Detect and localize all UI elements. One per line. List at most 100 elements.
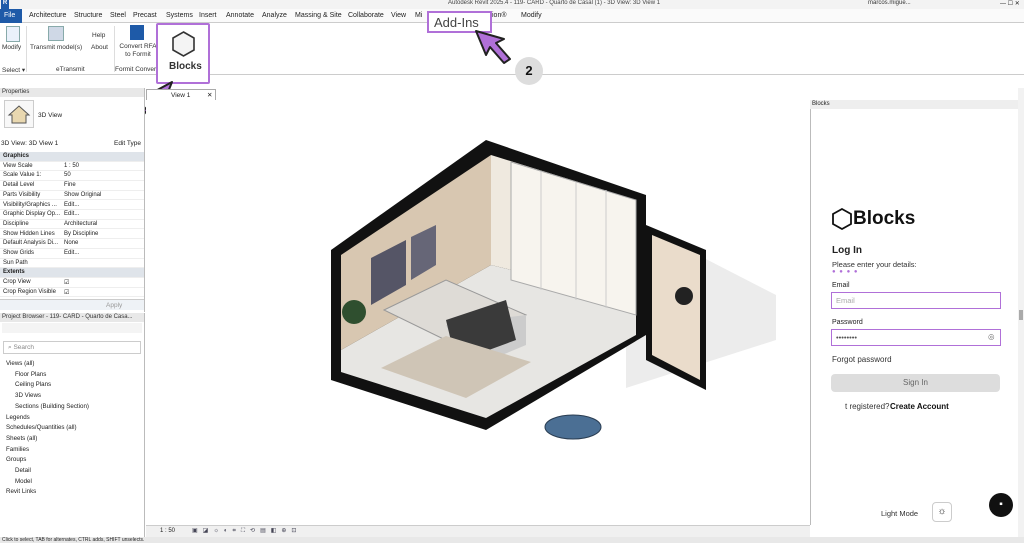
tab-precast[interactable]: Precast (133, 12, 157, 19)
modify-button[interactable]: Modify (2, 44, 21, 51)
view-selector-dropdown[interactable]: 3D View: 3D View 1 (1, 140, 58, 147)
browser-search-input[interactable]: ⌕ Search (3, 341, 141, 354)
property-value[interactable]: None (64, 240, 78, 246)
tab-annotate[interactable]: Annotate (226, 12, 254, 19)
property-value[interactable]: ☑ (64, 279, 69, 286)
password-label: Password (832, 319, 863, 326)
property-value[interactable]: Edit... (64, 211, 79, 217)
property-value[interactable]: ☑ (64, 289, 69, 296)
browser-toolbar (2, 323, 142, 333)
select-dropdown[interactable]: Select ▾ (2, 66, 25, 74)
property-value[interactable]: By Discipline (64, 231, 98, 237)
tab-systems[interactable]: Systems (166, 12, 193, 19)
tab-steel[interactable]: Steel (110, 12, 126, 19)
browser-tree-item[interactable]: Detail (15, 467, 31, 474)
chat-bubble-icon[interactable]: ▪ (989, 493, 1013, 517)
apply-button[interactable]: Apply (106, 302, 122, 309)
about-button[interactable]: About (91, 44, 108, 51)
help-button[interactable]: Help (92, 32, 105, 39)
property-row[interactable]: Default Analysis Di... None (0, 239, 144, 249)
property-row[interactable]: Parts Visibility Show Original (0, 191, 144, 201)
property-key: View Scale (3, 162, 33, 169)
property-value[interactable]: Fine (64, 182, 76, 188)
email-input[interactable]: Email (831, 292, 1001, 309)
tab-3d-view-1[interactable]: View 1 ✕ (146, 89, 216, 100)
property-value[interactable]: Architectural (64, 221, 97, 227)
convert-rfa-button[interactable]: Convert RFA to Formit (118, 43, 158, 59)
tab-insert[interactable]: Insert (199, 12, 217, 19)
property-row[interactable]: Sun Path (0, 259, 144, 269)
transmit-icon[interactable] (48, 26, 64, 41)
sun-icon[interactable]: ☼ (932, 502, 952, 522)
tab-massing-site[interactable]: Massing & Site (295, 12, 342, 19)
eye-off-icon[interactable]: ◎ (988, 332, 995, 341)
browser-tree-item[interactable]: Floor Plans (15, 371, 46, 378)
property-row[interactable]: View Scale 1 : 50 (0, 162, 144, 172)
browser-tree-item[interactable]: 3D Views (15, 392, 41, 399)
property-row[interactable]: Graphics (0, 152, 144, 162)
create-account-link[interactable]: Create Account (890, 402, 949, 411)
window-controls[interactable]: — ☐ ✕ (1000, 0, 1020, 7)
property-row[interactable]: Detail Level Fine (0, 181, 144, 191)
property-row[interactable]: Crop Region Visible ☑ (0, 288, 144, 298)
3d-view-canvas[interactable] (146, 100, 810, 525)
tab-architecture[interactable]: Architecture (29, 12, 66, 19)
property-value[interactable]: Show Original (64, 192, 101, 198)
browser-tree-item[interactable]: Groups (6, 456, 26, 463)
formit-group-label: Formit Conver (115, 66, 157, 73)
view-control-icons[interactable]: ▣◪☼◐⌗⛶⟲▤◧⊕⊡ (192, 527, 301, 535)
login-subtitle: Please enter your details: (832, 260, 917, 269)
view-type-label: 3D View (38, 112, 63, 119)
blocks-panel-header: Blocks (810, 100, 1018, 109)
project-browser-header: Project Browser - 119- CARD - Quarto de … (0, 313, 144, 322)
vertical-scrollbar[interactable] (1018, 88, 1024, 537)
property-value[interactable]: 50 (64, 172, 71, 178)
browser-tree-item[interactable]: Legends (6, 414, 30, 421)
transmit-button[interactable]: Transmit model(s) (30, 44, 82, 51)
tab-manage[interactable]: Mi (415, 12, 422, 19)
revit-logo-icon[interactable]: R (1, 0, 9, 9)
property-key: Show Grids (3, 250, 35, 256)
property-row[interactable]: Discipline Architectural (0, 220, 144, 230)
edit-type-button[interactable]: Edit Type (114, 140, 141, 147)
sign-in-button[interactable]: Sign In (831, 374, 1000, 392)
forgot-password-link[interactable]: Forgot password (832, 355, 892, 364)
tab-structure[interactable]: Structure (74, 12, 102, 19)
browser-tree-item[interactable]: Ceiling Plans (15, 381, 51, 388)
property-value[interactable]: Edit... (64, 250, 79, 256)
blocks-ribbon-button[interactable]: Blocks (156, 23, 210, 84)
property-row[interactable]: Show Hidden Lines By Discipline (0, 230, 144, 240)
house-3d-icon (4, 100, 34, 128)
ribbon-tabs: File Architecture Structure Steel Precas… (0, 9, 1024, 23)
browser-tree-item[interactable]: Sheets (all) (6, 435, 37, 442)
browser-tree-item[interactable]: Revit Links (6, 488, 36, 495)
property-row[interactable]: Extents (0, 268, 144, 278)
property-value[interactable]: 1 : 50 (64, 163, 79, 169)
property-row[interactable]: Scale Value 1: 50 (0, 171, 144, 181)
browser-tree-item[interactable]: Families (6, 446, 29, 453)
scrollbar-thumb[interactable] (1019, 310, 1023, 320)
tab-file[interactable]: File (0, 9, 22, 23)
close-tab-icon[interactable]: ✕ (207, 91, 212, 99)
property-row[interactable]: Crop View ☑ (0, 278, 144, 288)
tab-modify[interactable]: Modify (521, 12, 542, 19)
user-name[interactable]: marcos.migue... (868, 0, 911, 6)
tab-view[interactable]: View (391, 12, 406, 19)
step-badge-2: 2 (515, 57, 543, 85)
browser-tree-item[interactable]: Sections (Building Section) (15, 403, 89, 410)
tab-extension[interactable]: ion® (492, 12, 507, 19)
property-row[interactable]: Visibility/Graphics ... Edit... (0, 201, 144, 211)
property-row[interactable]: Graphic Display Op... Edit... (0, 210, 144, 220)
property-value[interactable]: Edit... (64, 202, 79, 208)
view-scale-indicator[interactable]: 1 : 50 (160, 528, 175, 534)
browser-tree-item[interactable]: Views (all) (6, 360, 34, 367)
tab-collaborate[interactable]: Collaborate (348, 12, 384, 19)
formit-icon[interactable] (130, 25, 144, 40)
browser-tree-item[interactable]: Schedules/Quantities (all) (6, 424, 77, 431)
property-row[interactable]: Show Grids Edit... (0, 249, 144, 259)
modify-cursor-icon[interactable] (6, 26, 20, 42)
password-input[interactable]: •••••••• ◎ (831, 329, 1001, 346)
browser-tree-item[interactable]: Model (15, 478, 32, 485)
property-key: Extents (3, 269, 25, 276)
tab-analyze[interactable]: Analyze (262, 12, 287, 19)
